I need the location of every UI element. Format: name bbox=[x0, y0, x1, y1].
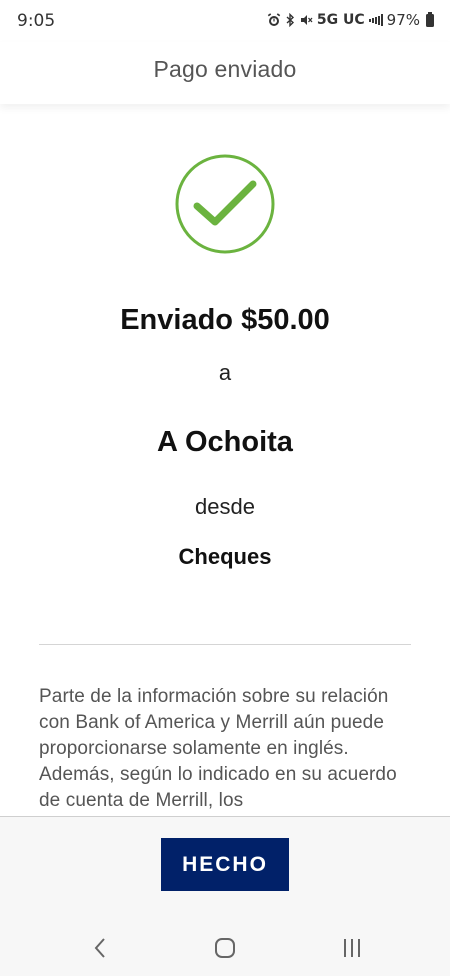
recents-icon[interactable] bbox=[332, 932, 372, 964]
network-label: 5G UC bbox=[316, 12, 365, 28]
page-title: Pago enviado bbox=[153, 56, 297, 82]
system-nav-bar bbox=[0, 922, 450, 976]
header: Pago enviado bbox=[0, 42, 450, 104]
status-time: 9:05 bbox=[17, 11, 56, 31]
alarm-icon bbox=[267, 13, 281, 27]
mute-icon bbox=[299, 13, 313, 27]
status-icons: 5G UC 97% bbox=[267, 11, 434, 29]
done-button[interactable]: HECHO bbox=[161, 838, 289, 891]
from-label: desde bbox=[195, 494, 255, 519]
confirmation-content: Enviado $50.00 a A Ochoita desde Cheques… bbox=[0, 104, 450, 816]
divider bbox=[39, 644, 411, 645]
back-icon[interactable] bbox=[80, 932, 120, 964]
battery-icon bbox=[426, 11, 434, 27]
to-label: a bbox=[218, 360, 232, 385]
disclaimer-text: Parte de la información sobre su relació… bbox=[39, 686, 397, 811]
account-name: Cheques bbox=[178, 544, 272, 569]
sent-amount: Enviado $50.00 bbox=[120, 304, 330, 336]
signal-icon bbox=[368, 14, 383, 26]
screen: 9:05 5G UC 97% Pago enviado Enviado $50.… bbox=[0, 0, 450, 976]
status-bar: 9:05 5G UC 97% bbox=[0, 0, 450, 42]
bluetooth-icon bbox=[285, 13, 295, 27]
footer: HECHO bbox=[0, 816, 450, 923]
battery-percent: 97% bbox=[386, 11, 420, 29]
checkmark-circle-icon bbox=[175, 154, 275, 254]
recipient-name: A Ochoita bbox=[157, 426, 293, 458]
home-icon[interactable] bbox=[205, 932, 245, 964]
